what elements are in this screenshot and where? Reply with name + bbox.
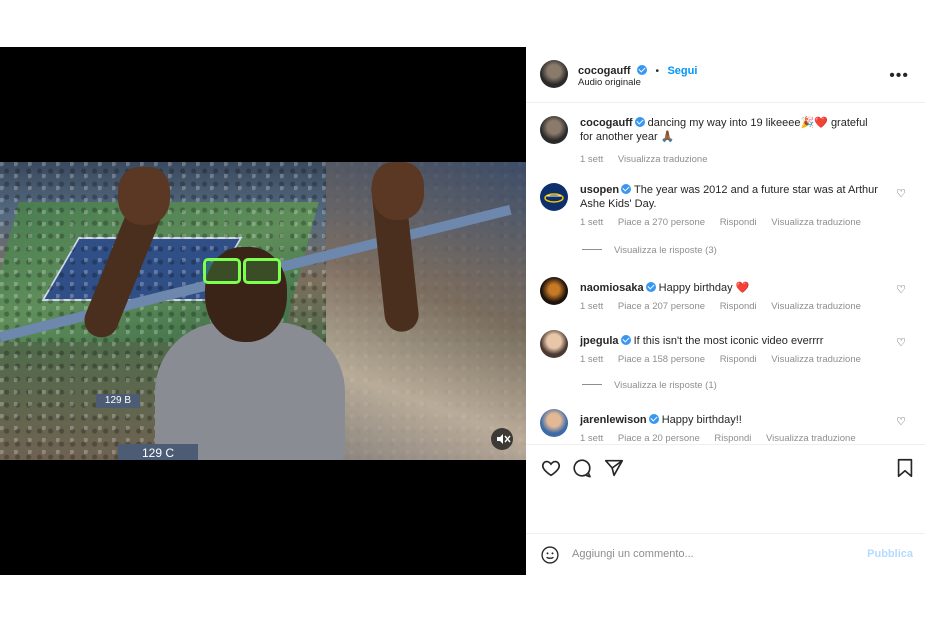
like-comment-heart-icon[interactable]: ♡ xyxy=(896,187,906,200)
video-frame: 129 B 129 C xyxy=(0,162,526,460)
save-bookmark-icon[interactable] xyxy=(894,457,916,479)
likes-count[interactable]: Piace a 158 persone xyxy=(618,354,705,365)
translate-link[interactable]: Visualizza traduzione xyxy=(771,217,861,228)
likes-count[interactable]: Piace a 270 persone xyxy=(618,217,705,228)
comment-time: 1 sett xyxy=(580,154,604,165)
comment-bubble-icon[interactable] xyxy=(571,457,593,479)
section-sign: 129 C xyxy=(118,444,198,460)
usopen-logo-icon xyxy=(544,193,564,203)
translate-link[interactable]: Visualizza traduzione xyxy=(766,433,856,443)
audio-label[interactable]: Audio originale xyxy=(578,77,641,88)
comment-input[interactable]: Aggiungi un commento... xyxy=(572,548,694,560)
like-heart-icon[interactable] xyxy=(540,457,562,479)
emoji-icon[interactable] xyxy=(540,545,560,565)
publish-button[interactable]: Pubblica xyxy=(867,548,913,560)
comments-list: cocogauff dancing my way into 19 likeeee… xyxy=(526,103,925,443)
comment-time: 1 sett xyxy=(580,217,604,228)
comment-time: 1 sett xyxy=(580,301,604,312)
comment-time: 1 sett xyxy=(580,354,604,365)
comment-username[interactable]: jpegula xyxy=(580,335,619,347)
reply-link[interactable]: Rispondi xyxy=(720,354,757,365)
reply-link[interactable]: Rispondi xyxy=(714,433,751,443)
like-comment-heart-icon[interactable]: ♡ xyxy=(896,336,906,349)
post-video[interactable]: 129 B 129 C xyxy=(0,47,526,575)
avatar[interactable] xyxy=(540,183,568,211)
translate-link[interactable]: Visualizza traduzione xyxy=(771,354,861,365)
post-actions-bar xyxy=(526,444,925,485)
likes-count[interactable]: Piace a 20 persone xyxy=(618,433,700,443)
comment-username[interactable]: cocogauff xyxy=(580,117,633,129)
follow-button[interactable]: Segui xyxy=(667,65,697,77)
author-username[interactable]: cocogauff xyxy=(578,65,631,77)
comment-username[interactable]: naomiosaka xyxy=(580,282,644,294)
avatar[interactable] xyxy=(540,60,568,88)
likes-count[interactable]: Piace a 207 persone xyxy=(618,301,705,312)
view-replies-link[interactable]: Visualizza le risposte (3) xyxy=(582,245,717,256)
comment-username[interactable]: jarenlewison xyxy=(580,414,647,426)
share-paper-plane-icon[interactable] xyxy=(603,457,625,479)
view-replies-link[interactable]: Visualizza le risposte (1) xyxy=(582,380,717,391)
comment-text: Happy birthday!! xyxy=(661,414,742,426)
translate-link[interactable]: Visualizza traduzione xyxy=(771,301,861,312)
comment-text: If this isn't the most iconic video ever… xyxy=(633,335,824,347)
avatar[interactable] xyxy=(540,409,568,437)
verified-badge-icon xyxy=(648,414,659,424)
like-comment-heart-icon[interactable]: ♡ xyxy=(896,283,906,296)
avatar[interactable] xyxy=(540,330,568,358)
comment-composer: Aggiungi un commento... Pubblica xyxy=(526,533,925,576)
verified-badge-icon xyxy=(645,282,656,292)
instagram-post: 129 B 129 C cocogauff • Segui Audio orig… xyxy=(0,47,925,575)
comment-username[interactable]: usopen xyxy=(580,184,619,196)
post-header: cocogauff • Segui Audio originale ••• xyxy=(526,47,925,103)
more-options-icon[interactable]: ••• xyxy=(889,67,909,85)
separator: • xyxy=(655,66,659,77)
reply-link[interactable]: Rispondi xyxy=(720,301,757,312)
section-sign-small: 129 B xyxy=(96,394,140,408)
post-side-panel: cocogauff • Segui Audio originale ••• co… xyxy=(526,47,925,575)
green-sunglasses xyxy=(203,258,281,284)
avatar[interactable] xyxy=(540,116,568,144)
verified-badge-icon xyxy=(637,65,648,75)
verified-badge-icon xyxy=(620,335,631,345)
translate-link[interactable]: Visualizza traduzione xyxy=(618,154,708,165)
verified-badge-icon xyxy=(634,117,645,127)
like-comment-heart-icon[interactable]: ♡ xyxy=(896,415,906,428)
muted-speaker-icon[interactable] xyxy=(491,428,513,450)
avatar[interactable] xyxy=(540,277,568,305)
verified-badge-icon xyxy=(621,184,632,194)
reply-link[interactable]: Rispondi xyxy=(720,217,757,228)
comment-text: Happy birthday ❤️ xyxy=(658,282,750,294)
comment-time: 1 sett xyxy=(580,433,604,443)
